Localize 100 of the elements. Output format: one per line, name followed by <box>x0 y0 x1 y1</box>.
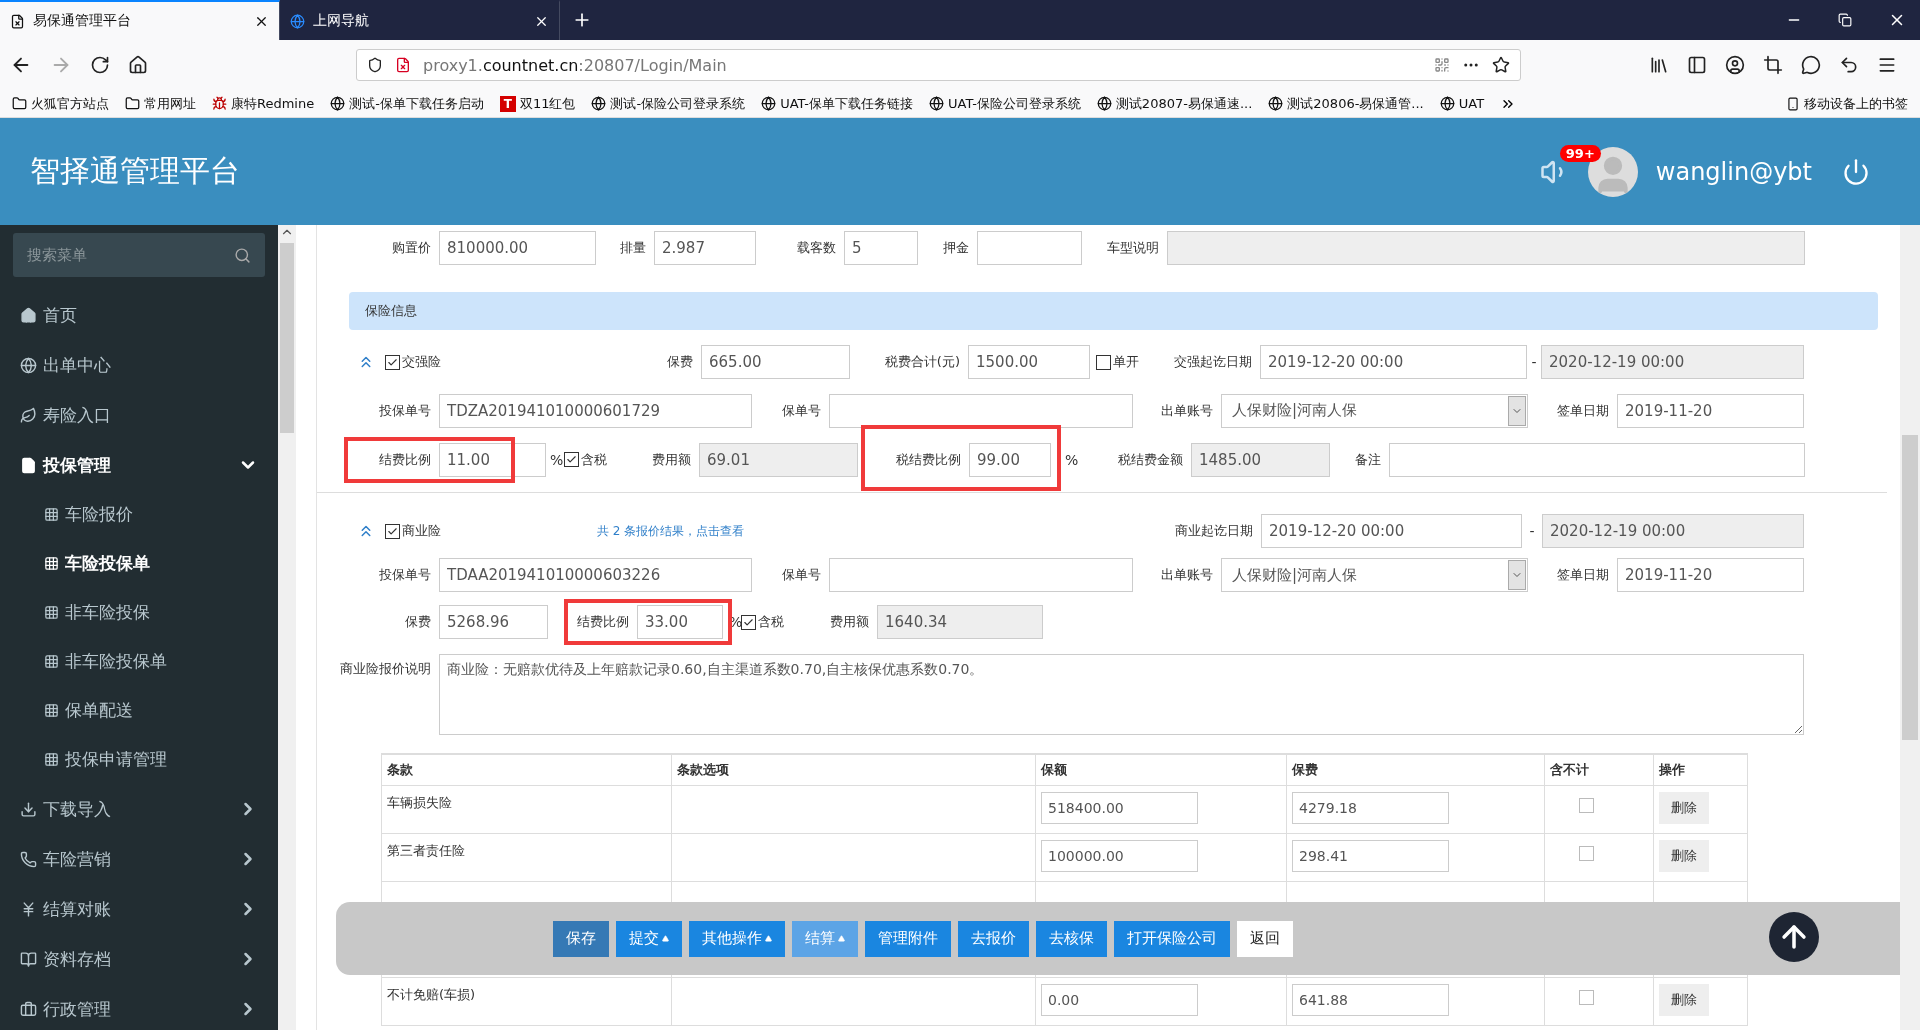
submenu-item[interactable]: 车险报价 <box>0 490 278 539</box>
star-icon[interactable] <box>1492 56 1510 74</box>
action-button[interactable]: 去核保 <box>1036 920 1107 957</box>
menu-item[interactable]: 行政管理 <box>0 984 278 1030</box>
action-button[interactable]: 返回 <box>1237 920 1293 957</box>
text-field[interactable] <box>1389 442 1805 477</box>
text-field[interactable]: 2.987 <box>654 231 756 265</box>
restore-icon[interactable] <box>1838 13 1852 27</box>
checkbox[interactable] <box>1579 846 1594 861</box>
amount-field[interactable]: 100000.00 <box>1041 840 1198 872</box>
date-field[interactable]: 2019-11-20 <box>1617 393 1804 428</box>
menu-item[interactable]: 资料存档 <box>0 934 278 984</box>
menu-item[interactable]: 车险营销 <box>0 834 278 884</box>
scrollbar-thumb[interactable] <box>280 243 294 433</box>
amount-field[interactable]: 518400.00 <box>1041 792 1198 824</box>
menu-item[interactable]: 首页 <box>0 290 278 340</box>
field-label: 商业险报价说明 <box>339 660 432 678</box>
undo-icon[interactable] <box>1839 55 1859 75</box>
menu-item[interactable]: 结算对账 <box>0 884 278 934</box>
text-field[interactable]: 810000.00 <box>439 231 596 265</box>
text-field[interactable] <box>977 231 1082 265</box>
note-textarea[interactable]: 商业险：无赔款优待及上年赔款记录0.60,自主渠道系数0.70,自主核保优惠系数0.70。 <box>439 654 1804 735</box>
submenu-item[interactable]: 投保申请管理 <box>0 735 278 784</box>
submenu-item[interactable]: 车险投保单 <box>0 539 278 588</box>
address-bar[interactable]: proxy1.countnet.cn:20807/Login/Main <box>356 49 1521 81</box>
text-field[interactable]: 5268.96 <box>439 605 548 639</box>
action-button[interactable]: 提交 <box>616 920 682 957</box>
text-field[interactable]: 99.00 <box>969 442 1051 477</box>
home-icon <box>20 306 37 324</box>
bookmark[interactable]: 测试20806-易保通管... <box>1268 94 1424 113</box>
library-icon[interactable] <box>1649 55 1669 75</box>
menu-item[interactable]: 寿险入口 <box>0 390 278 440</box>
home-icon[interactable] <box>128 55 148 75</box>
dropdown-caret-icon <box>1508 395 1526 426</box>
menu-item[interactable]: 下载导入 <box>0 784 278 834</box>
grid-icon <box>44 507 59 522</box>
text-field[interactable]: 5 <box>844 231 918 265</box>
menu-item[interactable]: 投保管理 <box>0 440 278 490</box>
account-icon[interactable] <box>1725 55 1745 75</box>
action-button[interactable]: 管理附件 <box>865 920 951 957</box>
menu-item[interactable]: 出单中心 <box>0 340 278 390</box>
date-field[interactable]: 2019-12-20 00:00 <box>1261 514 1522 548</box>
submenu-item[interactable]: 非车险投保 <box>0 588 278 637</box>
checkbox[interactable] <box>1096 354 1111 370</box>
text-field[interactable]: 665.00 <box>701 345 850 379</box>
action-button[interactable]: 去报价 <box>958 920 1029 957</box>
text-field[interactable]: 33.00 <box>637 605 723 639</box>
text-field[interactable]: 1500.00 <box>968 345 1090 379</box>
bookmark[interactable]: 测试20807-易保通速... <box>1096 94 1253 113</box>
qr-code-icon[interactable] <box>1434 57 1450 73</box>
date-field[interactable]: 2019-12-20 00:00 <box>1260 345 1527 379</box>
bookmark[interactable]: 测试-保险公司登录系统 <box>591 94 746 113</box>
scrollbar[interactable] <box>1900 225 1920 1030</box>
power-icon[interactable] <box>1842 157 1870 186</box>
action-button[interactable]: 打开保险公司 <box>1114 920 1230 957</box>
checkbox[interactable] <box>1579 990 1594 1005</box>
reload-icon[interactable] <box>90 55 110 75</box>
checkbox[interactable] <box>1579 798 1594 813</box>
premium-field[interactable]: 4279.18 <box>1292 792 1449 824</box>
bookmark[interactable]: 火狐官方站点 <box>12 94 109 113</box>
submenu-item[interactable]: 保单配送 <box>0 686 278 735</box>
bookmark[interactable]: 康特Redmine <box>212 94 315 113</box>
text-field[interactable]: TDZA201941010000601729 <box>439 393 752 428</box>
checkbox[interactable] <box>385 354 400 370</box>
scrollbar-thumb[interactable] <box>1902 435 1918 740</box>
bookmark[interactable]: UAT <box>1439 96 1485 111</box>
delete-button[interactable]: 删除 <box>1659 792 1709 824</box>
menu-icon[interactable] <box>1877 55 1897 75</box>
field-label: 保费 <box>666 353 694 371</box>
premium-field[interactable]: 641.88 <box>1292 984 1449 1016</box>
bookmark[interactable]: 测试-保单下载任务启动 <box>330 94 484 113</box>
select-field[interactable]: 人保财险|河南人保 <box>1221 558 1528 592</box>
bookmark[interactable]: T 双11红包 <box>499 94 576 113</box>
chat-icon[interactable] <box>1801 55 1821 75</box>
checkbox[interactable] <box>741 614 756 630</box>
amount-field[interactable]: 0.00 <box>1041 984 1198 1016</box>
bookmark[interactable]: 移动设备上的书签 <box>1786 94 1908 113</box>
checkbox[interactable] <box>564 452 579 467</box>
quote-results-link[interactable]: 共 2 条报价结果，点击查看 <box>597 522 797 540</box>
bookmark[interactable]: 常用网址 <box>125 94 196 113</box>
text-field[interactable]: 11.00 <box>439 442 546 477</box>
submenu-item[interactable]: 非车险投保单 <box>0 637 278 686</box>
text-field[interactable]: TDAA201941010000603226 <box>439 558 752 592</box>
select-field[interactable]: 人保财险|河南人保 <box>1221 393 1528 428</box>
delete-button[interactable]: 删除 <box>1659 984 1709 1016</box>
action-button[interactable]: 其他操作 <box>689 920 785 957</box>
action-button[interactable]: 保存 <box>553 920 609 957</box>
crop-icon[interactable] <box>1763 55 1783 75</box>
globe-icon <box>1096 96 1112 111</box>
bookmark[interactable]: UAT-保单下载任务链接 <box>761 94 913 113</box>
bookmark[interactable]: UAT-保险公司登录系统 <box>929 94 1081 113</box>
delete-button[interactable]: 删除 <box>1659 840 1709 872</box>
text-field[interactable] <box>829 393 1133 428</box>
scrollbar[interactable] <box>278 225 296 1030</box>
text-field[interactable] <box>829 558 1133 592</box>
premium-field[interactable]: 298.41 <box>1292 840 1449 872</box>
date-field[interactable]: 2019-11-20 <box>1617 558 1804 592</box>
browser-tab[interactable]: 易保通管理平台 <box>0 0 280 40</box>
sidebar-icon[interactable] <box>1687 55 1707 75</box>
checkbox[interactable] <box>385 523 400 539</box>
